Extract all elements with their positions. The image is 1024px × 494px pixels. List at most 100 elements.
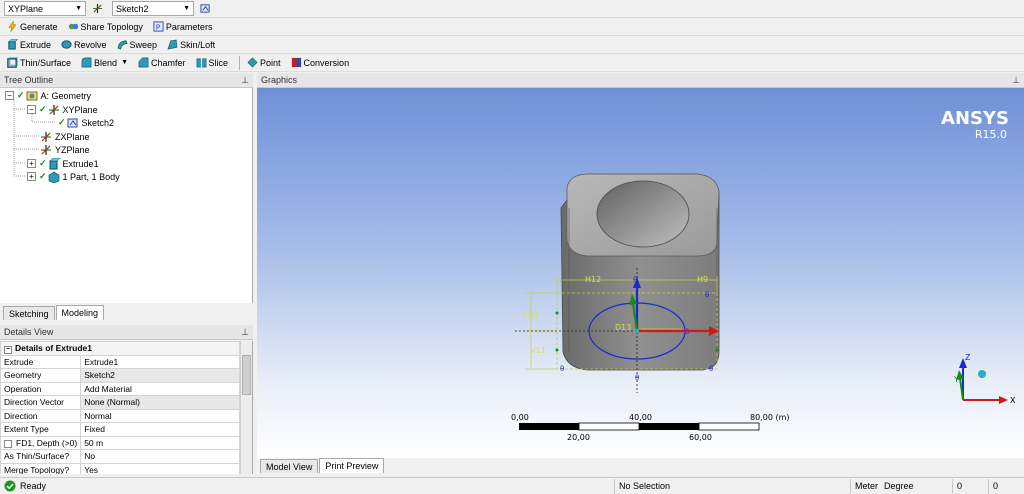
- tree-item-extrude1[interactable]: + ✓ Extrude1: [27, 157, 99, 170]
- skin-loft-button[interactable]: Skin/Loft: [164, 37, 218, 53]
- plane-select[interactable]: XYPlane ▼: [4, 1, 86, 16]
- collapse-icon[interactable]: −: [4, 345, 12, 354]
- point-icon: [247, 57, 258, 68]
- toolbar-separator: [239, 55, 241, 70]
- details-key: Operation: [0, 381, 82, 396]
- tab-sketching[interactable]: Sketching: [3, 306, 55, 320]
- details-value[interactable]: Normal: [80, 408, 240, 423]
- scale-label: 40,00: [629, 413, 652, 422]
- tree-item-zxplane[interactable]: ZXPlane: [40, 130, 90, 143]
- details-value[interactable]: None (Normal): [80, 395, 240, 410]
- details-row[interactable]: Direction Vector None (Normal): [0, 395, 240, 410]
- expand-icon[interactable]: +: [27, 159, 36, 168]
- check-icon: ✓: [39, 104, 47, 114]
- chamfer-label: Chamfer: [151, 57, 186, 68]
- dimension-label[interactable]: V10: [522, 310, 538, 319]
- details-value[interactable]: Fixed: [80, 422, 240, 437]
- revolve-label: Revolve: [74, 39, 107, 50]
- sketch-select[interactable]: Sketch2 ▼: [112, 1, 194, 16]
- chamfer-button[interactable]: Chamfer: [135, 55, 189, 71]
- pin-icon[interactable]: ⊥: [1012, 75, 1024, 86]
- graphics-viewport[interactable]: ANSYS R15.0 H12 H9 V10 V11 D13 θ θ θ θ θ…: [257, 88, 1024, 458]
- pin-icon[interactable]: ⊥: [241, 75, 253, 86]
- details-value[interactable]: Extrude1: [80, 354, 240, 369]
- details-row[interactable]: Extrude Extrude1: [0, 354, 240, 369]
- point-button[interactable]: Point: [244, 55, 284, 71]
- details-row[interactable]: Merge Topology? Yes: [0, 462, 240, 474]
- chevron-down-icon: ▼: [121, 59, 128, 66]
- chamfer-icon: [138, 57, 149, 68]
- details-view: − Details of Extrude1 Extrude Extrude1 Geo…: [0, 341, 253, 474]
- expand-icon[interactable]: +: [27, 172, 36, 181]
- axis-z-label: Z: [965, 353, 971, 362]
- tree-item-xyplane[interactable]: − ✓ XYPlane: [27, 103, 98, 116]
- details-value[interactable]: Yes: [80, 462, 240, 474]
- dimension-label[interactable]: H9: [697, 275, 708, 284]
- revolve-button[interactable]: Revolve: [58, 37, 110, 53]
- svg-text:P: P: [156, 22, 161, 31]
- model-view-canvas[interactable]: ANSYS R15.0 H12 H9 V10 V11 D13 θθθ θθ 0,…: [257, 88, 1024, 458]
- ansys-designmodeler-window: XYPlane ▼ Sketch2 ▼ Generate Share Topol…: [0, 0, 1024, 494]
- tree-item-geometry[interactable]: − ✓ A: Geometry: [5, 89, 91, 102]
- details-view-title-bar: Details View ⊥: [0, 325, 253, 340]
- details-header-label: Details of Extrude1: [15, 342, 92, 353]
- thin-surface-icon: [7, 57, 18, 68]
- details-value[interactable]: Sketch2: [80, 368, 240, 383]
- tree-item-sketch2[interactable]: ✓ Sketch2: [58, 116, 114, 129]
- extrude-button[interactable]: Extrude: [4, 37, 54, 53]
- tree-item-parts-bodies[interactable]: + ✓ 1 Part, 1 Body: [27, 170, 120, 183]
- tab-modeling[interactable]: Modeling: [55, 305, 105, 320]
- status-units-cell[interactable]: Meter Degree: [850, 478, 952, 494]
- generate-button[interactable]: Generate: [4, 19, 61, 35]
- sweep-icon: [117, 40, 128, 50]
- body-icon: [48, 171, 59, 183]
- dimension-label[interactable]: V11: [530, 346, 546, 355]
- graphics-title-bar: Graphics ⊥: [257, 73, 1024, 88]
- ansys-brand: ANSYS: [941, 108, 1009, 129]
- parameter-checkbox[interactable]: [4, 439, 12, 448]
- axis-x-label: X: [1010, 396, 1016, 405]
- status-value-cell: 0: [988, 478, 1024, 494]
- details-row[interactable]: Direction Normal: [0, 408, 240, 423]
- details-value[interactable]: Add Material: [80, 381, 240, 396]
- model-body[interactable]: [560, 173, 720, 371]
- scroll-thumb[interactable]: [242, 355, 251, 395]
- graphics-title: Graphics: [261, 75, 298, 85]
- tree-outline-title-bar: Tree Outline ⊥: [0, 73, 253, 88]
- point-label: Point: [260, 57, 281, 68]
- details-value[interactable]: No: [80, 449, 240, 464]
- conversion-button[interactable]: Conversion: [288, 55, 353, 71]
- share-topology-button[interactable]: Share Topology: [65, 19, 146, 35]
- details-row[interactable]: Extent Type Fixed: [0, 422, 240, 437]
- tab-print-preview[interactable]: Print Preview: [319, 458, 385, 473]
- plane-icon: [41, 131, 51, 142]
- scale-label: 0,00: [511, 413, 529, 422]
- slice-icon: [196, 57, 206, 68]
- collapse-icon[interactable]: −: [27, 105, 36, 114]
- blend-button[interactable]: Blend ▼: [78, 55, 131, 71]
- details-value[interactable]: 50 m: [80, 435, 240, 450]
- slice-button[interactable]: Slice: [193, 55, 232, 71]
- details-row[interactable]: Operation Add Material: [0, 381, 240, 396]
- new-plane-button[interactable]: [89, 1, 108, 17]
- dimension-label[interactable]: H12: [585, 275, 601, 284]
- scale-bar: 0,00 40,00 80,00 (m) 20,00 60,00: [511, 413, 789, 442]
- tree-item-yzplane[interactable]: YZPlane: [40, 143, 90, 156]
- details-scrollbar[interactable]: [240, 341, 252, 474]
- details-row[interactable]: As Thin/Surface? No: [0, 449, 240, 464]
- details-row[interactable]: FD1, Depth (>0) 50 m: [0, 435, 240, 450]
- thin-surface-button[interactable]: Thin/Surface: [4, 55, 74, 71]
- tab-model-view[interactable]: Model View: [260, 459, 319, 473]
- details-key: FD1, Depth (>0): [0, 435, 82, 450]
- details-row[interactable]: Geometry Sketch2: [0, 368, 240, 383]
- pin-icon[interactable]: ⊥: [241, 327, 253, 338]
- new-sketch-button[interactable]: [197, 1, 216, 17]
- parameters-button[interactable]: P Parameters: [150, 19, 216, 35]
- axis-triad[interactable]: Z X Y: [953, 353, 1016, 405]
- collapse-icon[interactable]: −: [5, 91, 14, 100]
- sweep-button[interactable]: Sweep: [114, 37, 161, 53]
- plane-select-value: XYPlane: [8, 3, 44, 14]
- details-key: As Thin/Surface?: [0, 449, 82, 464]
- conversion-label: Conversion: [303, 57, 350, 68]
- new-sketch-icon: [200, 4, 210, 13]
